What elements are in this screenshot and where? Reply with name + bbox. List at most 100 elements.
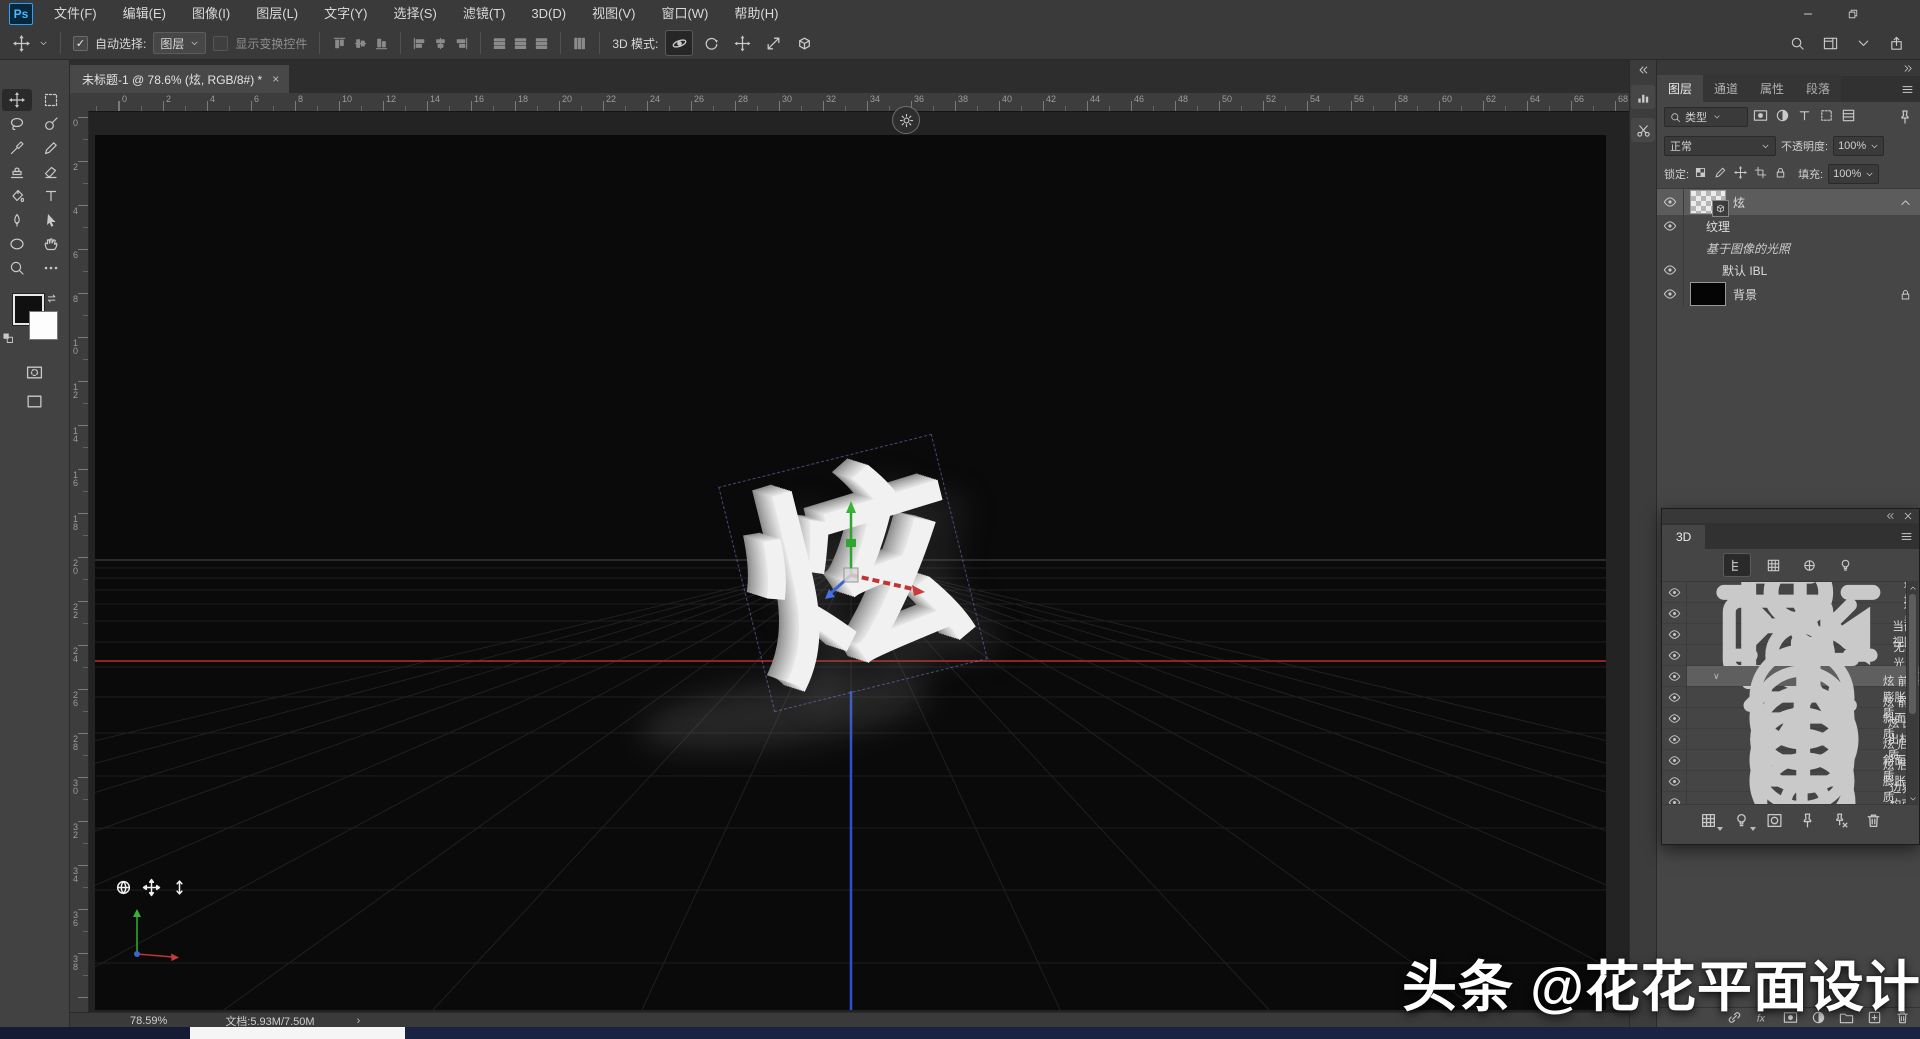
layer-row[interactable]: 默认 IBL [1657, 259, 1920, 281]
taskbar-open-window[interactable] [190, 1027, 405, 1039]
3d-tool-trash[interactable] [1865, 812, 1882, 829]
3d-tool-meshgrid[interactable] [1700, 812, 1723, 831]
globe-icon[interactable] [115, 879, 132, 896]
visibility-eye-icon[interactable] [1662, 666, 1687, 686]
visibility-eye-icon[interactable] [1662, 708, 1687, 728]
visibility-eye-icon[interactable] [1662, 771, 1687, 791]
layer-thumbnail[interactable] [1690, 282, 1726, 306]
3d-filter-bulb[interactable] [1833, 554, 1859, 576]
layer-name[interactable]: 纹理 [1706, 218, 1920, 235]
align-top-icon[interactable] [332, 36, 347, 51]
visibility-eye-icon[interactable] [1662, 624, 1687, 644]
align-bottom-icon[interactable] [374, 36, 389, 51]
restore-icon[interactable] [1830, 0, 1875, 27]
lock-move[interactable] [1734, 165, 1751, 183]
share-icon[interactable] [1889, 36, 1904, 51]
lock-croplock[interactable] [1754, 166, 1771, 183]
paint-bucket-tool[interactable] [2, 185, 32, 207]
menu-文字(Y)[interactable]: 文字(Y) [311, 0, 380, 27]
visibility-eye-icon[interactable] [1662, 603, 1687, 623]
document-tab[interactable]: 未标题-1 @ 78.6% (炫, RGB/8#) * × [70, 65, 290, 93]
eraser-tool[interactable] [36, 161, 66, 183]
scroll-up-icon[interactable] [1907, 582, 1918, 593]
visibility-eye-icon[interactable] [1657, 259, 1684, 281]
align-middle-v-icon[interactable] [353, 36, 368, 51]
layer-filter-type-dropdown[interactable]: 类型 [1664, 107, 1748, 127]
tab-图层[interactable]: 图层 [1657, 75, 1704, 102]
collapsed-panel-histogram[interactable] [1631, 85, 1655, 109]
filter-shape-filter[interactable] [1819, 108, 1838, 127]
3d-mode-slide3d[interactable] [760, 31, 786, 55]
more-tools[interactable] [36, 257, 66, 279]
swap-colors-icon[interactable] [46, 292, 59, 305]
3d-filter-scenetree[interactable] [1722, 553, 1751, 577]
3d-tool-pinx[interactable] [1832, 812, 1849, 829]
eyedropper-tool[interactable] [2, 137, 32, 159]
background-color[interactable] [29, 311, 58, 340]
filter-pin-icon[interactable] [1897, 108, 1913, 126]
updown-icon[interactable] [171, 879, 188, 896]
show-transform-checkbox[interactable] [213, 35, 229, 51]
align-center-h-icon[interactable] [433, 36, 448, 51]
close-panel-icon[interactable] [1903, 511, 1913, 521]
align-left-icon[interactable] [412, 36, 427, 51]
3d-filter-meshgrid[interactable] [1761, 554, 1787, 576]
filter-adjust-half[interactable] [1775, 108, 1794, 127]
layer-name[interactable]: 基于图像的光照 [1706, 240, 1920, 257]
screen-mode-icon[interactable] [26, 393, 43, 410]
visibility-eye-icon[interactable] [1662, 792, 1687, 804]
scroll-down-icon[interactable] [1907, 793, 1918, 804]
distribute-h-icon[interactable] [572, 36, 587, 51]
layer-name[interactable]: 炫 [1733, 194, 1899, 211]
collapsed-panel-slice[interactable] [1631, 118, 1655, 142]
3d-mode-pan3d[interactable] [729, 31, 755, 55]
scrollbar-thumb[interactable] [1909, 594, 1916, 714]
menu-帮助(H)[interactable]: 帮助(H) [721, 0, 791, 27]
fill-input[interactable]: 100% [1828, 164, 1880, 184]
layer-row[interactable]: 炫 [1657, 189, 1920, 217]
3d-move-gizmo[interactable] [781, 495, 931, 655]
infinite-light-widget[interactable] [892, 106, 920, 134]
search-icon[interactable] [1790, 36, 1805, 51]
menu-视图(V)[interactable]: 视图(V) [579, 0, 648, 27]
menu-滤镜(T)[interactable]: 滤镜(T) [450, 0, 519, 27]
move-tool[interactable] [2, 89, 32, 111]
workspace-icon[interactable] [1823, 36, 1838, 51]
visibility-eye-icon[interactable] [1657, 281, 1684, 307]
layer-thumbnail[interactable] [1690, 190, 1729, 217]
collapse-panels-icon[interactable] [1903, 63, 1914, 74]
quick-select-tool[interactable] [36, 113, 66, 135]
type-tool[interactable] [36, 185, 66, 207]
auto-select-checkbox[interactable]: ✓ [73, 35, 88, 51]
filter-type-filter[interactable] [1797, 108, 1816, 127]
pan3d-icon[interactable] [142, 878, 161, 897]
3d-tool-bulb[interactable] [1733, 812, 1756, 831]
collapse-layer-icon[interactable] [1899, 196, 1912, 209]
3d-mode-roll3d[interactable] [698, 31, 724, 55]
menu-窗口(W)[interactable]: 窗口(W) [648, 0, 721, 27]
align-right-icon[interactable] [454, 36, 469, 51]
layer-row[interactable]: 基于图像的光照 [1657, 237, 1920, 259]
visibility-eye-icon[interactable] [1657, 215, 1684, 237]
chevdown-icon[interactable] [1856, 36, 1871, 51]
status-options-chevron[interactable]: › [357, 1015, 361, 1027]
collapse-panel-icon[interactable] [1885, 511, 1895, 521]
visibility-eye-icon[interactable] [1662, 645, 1687, 665]
visibility-eye-icon[interactable] [1662, 687, 1687, 707]
tab-属性[interactable]: 属性 [1749, 75, 1796, 102]
visibility-eye-icon[interactable] [1657, 189, 1684, 215]
3d-mode-orbit3d[interactable] [665, 30, 694, 56]
menu-3D(D)[interactable]: 3D(D) [518, 0, 579, 27]
tab-通道[interactable]: 通道 [1703, 75, 1750, 102]
layer-row[interactable]: 背景 [1657, 281, 1920, 307]
3d-mode-scale3d[interactable] [791, 31, 817, 55]
zoom-level[interactable]: 78.59% [130, 1015, 167, 1027]
tab-段落[interactable]: 段落 [1795, 75, 1842, 102]
minimize-icon[interactable] [1785, 0, 1830, 27]
blend-mode-dropdown[interactable]: 正常 [1664, 136, 1776, 156]
visibility-empty[interactable] [1657, 237, 1684, 259]
pen-tool[interactable] [2, 209, 32, 231]
menu-文件(F)[interactable]: 文件(F) [41, 0, 110, 27]
3d-list-scrollbar[interactable] [1906, 582, 1918, 804]
menu-选择(S)[interactable]: 选择(S) [380, 0, 449, 27]
